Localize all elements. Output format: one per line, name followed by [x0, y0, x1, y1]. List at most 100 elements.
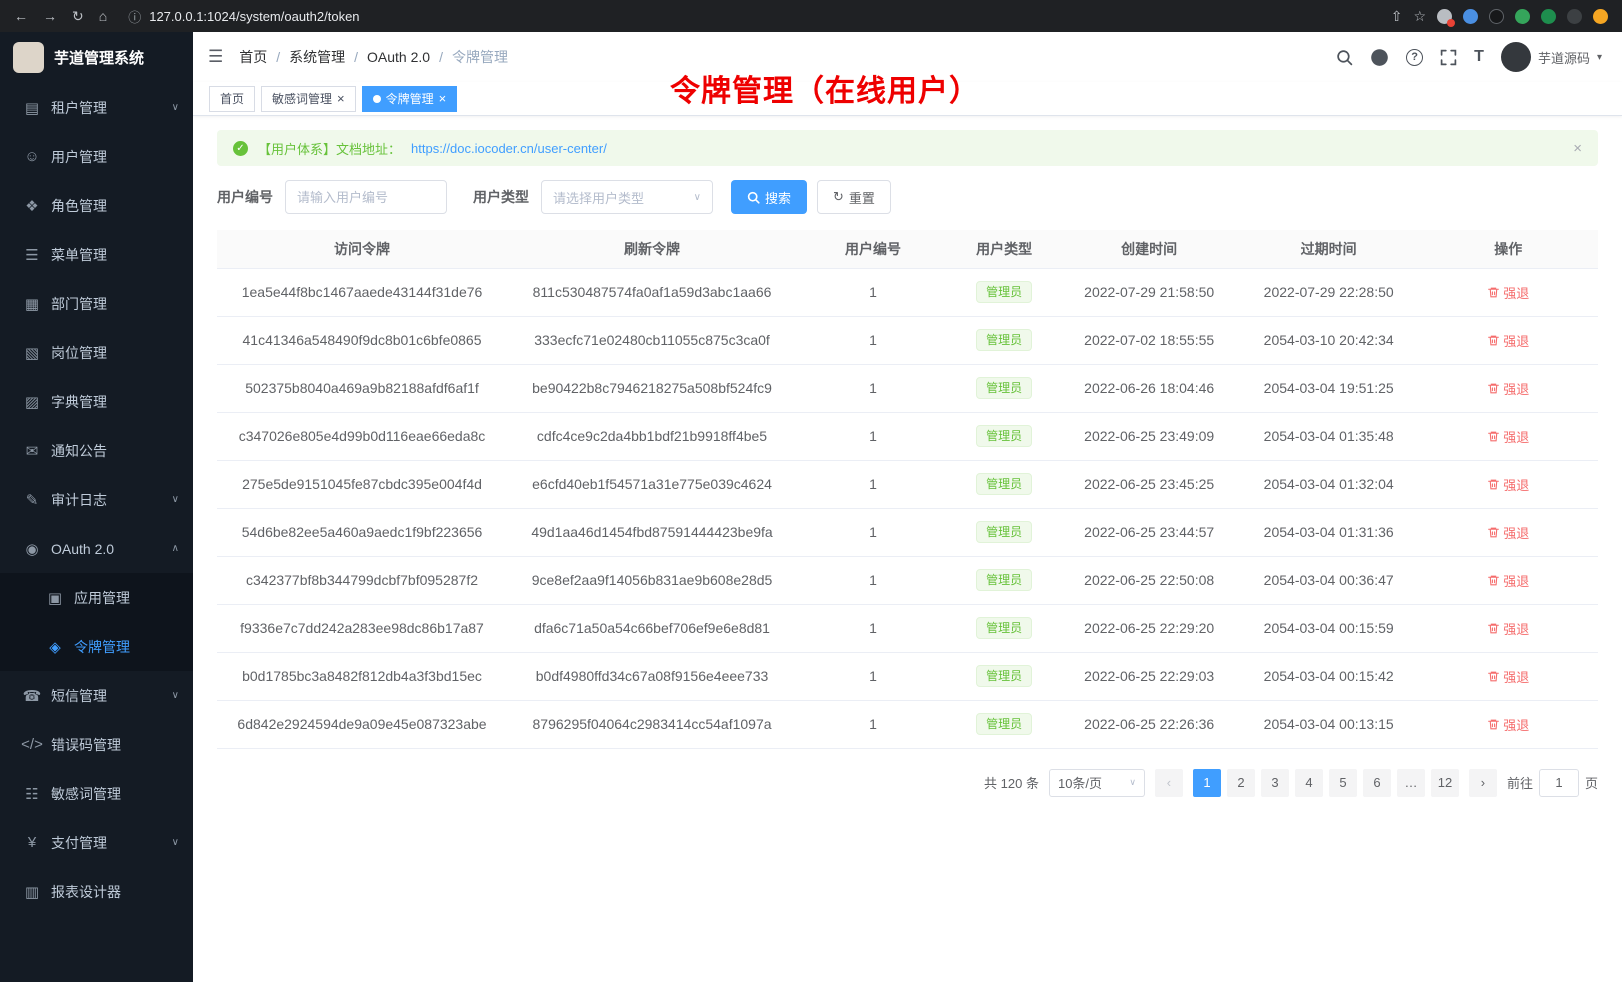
bookmark-star-icon[interactable]: ☆: [1413, 9, 1426, 23]
table-row: b0d1785bc3a8482f812db4a3f3bd15ec b0df498…: [217, 652, 1598, 700]
force-logout-button[interactable]: 强退: [1487, 523, 1529, 542]
sidebar-item-token-management[interactable]: ◈ 令牌管理: [0, 622, 193, 671]
sidebar-item-notice[interactable]: ✉ 通知公告: [0, 426, 193, 475]
page-number-button[interactable]: 3: [1261, 769, 1289, 797]
reset-button[interactable]: ↻ 重置: [817, 180, 891, 214]
next-page-button[interactable]: ›: [1469, 769, 1497, 797]
user-id-label: 用户编号: [217, 187, 273, 207]
browser-profile-avatar[interactable]: [1593, 9, 1608, 24]
sidebar-item-sms[interactable]: ☎ 短信管理 ∨: [0, 671, 193, 720]
topbar: ☰ 首页/ 系统管理/ OAuth 2.0/ 令牌管理/: [193, 32, 1622, 82]
sidebar-item-app-management[interactable]: ▣ 应用管理: [0, 573, 193, 622]
user-id-input[interactable]: [285, 180, 447, 214]
page-number-button[interactable]: 12: [1431, 769, 1459, 797]
table-row: 502375b8040a469a9b82188afdf6af1f be90422…: [217, 364, 1598, 412]
user-type-select[interactable]: 请选择用户类型 ∨: [541, 180, 713, 214]
table-header-row: 访问令牌 刷新令牌 用户编号 用户类型 创建时间 过期时间 操作: [217, 230, 1598, 268]
force-logout-button[interactable]: 强退: [1487, 715, 1529, 734]
page-number-button[interactable]: 1: [1193, 769, 1221, 797]
delete-icon: [1487, 718, 1500, 731]
user-name: 芋道源码: [1538, 48, 1590, 67]
github-icon[interactable]: [1370, 48, 1389, 67]
sidebar-item-dict[interactable]: ▨ 字典管理: [0, 377, 193, 426]
user-type-cell: 管理员: [949, 268, 1059, 316]
sidebar-item-tenant[interactable]: ▤ 租户管理 ∨: [0, 83, 193, 132]
sidebar-item-menu[interactable]: ☰ 菜单管理: [0, 230, 193, 279]
force-logout-button[interactable]: 强退: [1487, 379, 1529, 398]
user-menu[interactable]: 芋道源码 ▾: [1501, 42, 1602, 72]
expire-time-cell: 2054-03-10 20:42:34: [1239, 316, 1419, 364]
share-icon[interactable]: ⇧: [1391, 9, 1403, 23]
sidebar-item-role[interactable]: ❖ 角色管理: [0, 181, 193, 230]
delete-icon: [1487, 430, 1500, 443]
goto-page-input[interactable]: [1539, 769, 1579, 797]
extension-icon[interactable]: [1489, 9, 1504, 24]
chevron-icon: ∨: [172, 837, 179, 848]
extension-icon[interactable]: [1567, 9, 1582, 24]
sidebar-item-dept[interactable]: ▦ 部门管理: [0, 279, 193, 328]
force-logout-button[interactable]: 强退: [1487, 331, 1529, 350]
force-logout-button[interactable]: 强退: [1487, 427, 1529, 446]
tab-token-management[interactable]: 令牌管理 ×: [362, 86, 458, 112]
help-icon[interactable]: ?: [1406, 49, 1423, 66]
force-logout-button[interactable]: 强退: [1487, 475, 1529, 494]
action-cell: 强退: [1418, 700, 1598, 748]
sidebar-item-audit-log[interactable]: ✎ 审计日志 ∨: [0, 475, 193, 524]
browser-reload-icon[interactable]: ↻: [72, 9, 84, 23]
address-bar[interactable]: ⓘ 127.0.0.1:1024/system/oauth2/token: [128, 7, 359, 26]
close-tab-icon[interactable]: ×: [439, 92, 447, 105]
breadcrumb-system-management[interactable]: 系统管理/: [289, 47, 367, 67]
force-logout-button[interactable]: 强退: [1487, 667, 1529, 686]
extension-icon[interactable]: [1515, 9, 1530, 24]
create-time-cell: 2022-06-25 22:26:36: [1059, 700, 1239, 748]
page-number-button[interactable]: 6: [1363, 769, 1391, 797]
collapse-sidebar-icon[interactable]: ☰: [208, 47, 223, 67]
prev-page-button[interactable]: ‹: [1155, 769, 1183, 797]
breadcrumb-oauth2[interactable]: OAuth 2.0/: [367, 49, 452, 65]
app-logo[interactable]: 芋道管理系统: [0, 32, 193, 83]
sidebar-item-oauth2[interactable]: ◉ OAuth 2.0 ∧: [0, 524, 193, 573]
extension-icon[interactable]: [1541, 9, 1556, 24]
force-logout-button[interactable]: 强退: [1487, 283, 1529, 302]
user-type-badge: 管理员: [976, 521, 1032, 543]
extension-icon[interactable]: [1463, 9, 1478, 24]
font-size-icon[interactable]: T: [1474, 48, 1484, 66]
search-button[interactable]: 搜索: [731, 180, 807, 214]
browser-forward-icon[interactable]: →: [43, 9, 57, 23]
search-icon[interactable]: [1336, 49, 1353, 66]
force-logout-button[interactable]: 强退: [1487, 619, 1529, 638]
site-info-icon[interactable]: ⓘ: [128, 7, 141, 26]
page-number-button[interactable]: 5: [1329, 769, 1357, 797]
breadcrumb-token-management[interactable]: 令牌管理/: [452, 47, 508, 67]
page-size-select[interactable]: 10条/页 ∨: [1049, 769, 1145, 797]
doc-alert: ✓ 【用户体系】文档地址： https://doc.iocoder.cn/use…: [217, 130, 1598, 166]
close-alert-icon[interactable]: ×: [1573, 140, 1582, 157]
tab-home[interactable]: 首页 ×: [209, 86, 255, 112]
access-token-cell: 502375b8040a469a9b82188afdf6af1f: [217, 364, 507, 412]
tab-sensitive-word[interactable]: 敏感词管理 ×: [261, 86, 356, 112]
sidebar-item-payment[interactable]: ¥ 支付管理 ∨: [0, 818, 193, 867]
sidebar-item-report-designer[interactable]: ▥ 报表设计器: [0, 867, 193, 916]
breadcrumb-home[interactable]: 首页/: [239, 47, 289, 67]
browser-back-icon[interactable]: ←: [14, 9, 28, 23]
page-number-button[interactable]: …: [1397, 769, 1425, 797]
sidebar-item-error-code[interactable]: </> 错误码管理: [0, 720, 193, 769]
user-id-cell: 1: [797, 556, 949, 604]
doc-link[interactable]: https://doc.iocoder.cn/user-center/: [411, 141, 607, 156]
expire-time-cell: 2054-03-04 00:15:42: [1239, 652, 1419, 700]
user-id-cell: 1: [797, 364, 949, 412]
user-type-cell: 管理员: [949, 316, 1059, 364]
force-logout-button[interactable]: 强退: [1487, 571, 1529, 590]
page-number-button[interactable]: 2: [1227, 769, 1255, 797]
page-number-button[interactable]: 4: [1295, 769, 1323, 797]
browser-home-icon[interactable]: ⌂: [99, 9, 107, 23]
extension-icon[interactable]: [1437, 9, 1452, 24]
sidebar-item-sensitive-word[interactable]: ☷ 敏感词管理: [0, 769, 193, 818]
fullscreen-icon[interactable]: [1440, 49, 1457, 66]
close-tab-icon[interactable]: ×: [337, 92, 345, 105]
table-row: c347026e805e4d99b0d116eae66eda8c cdfc4ce…: [217, 412, 1598, 460]
action-cell: 强退: [1418, 316, 1598, 364]
sidebar-item-post[interactable]: ▧ 岗位管理: [0, 328, 193, 377]
sidebar-item-user[interactable]: ☺ 用户管理: [0, 132, 193, 181]
table-row: 275e5de9151045fe87cbdc395e004f4d e6cfd40…: [217, 460, 1598, 508]
